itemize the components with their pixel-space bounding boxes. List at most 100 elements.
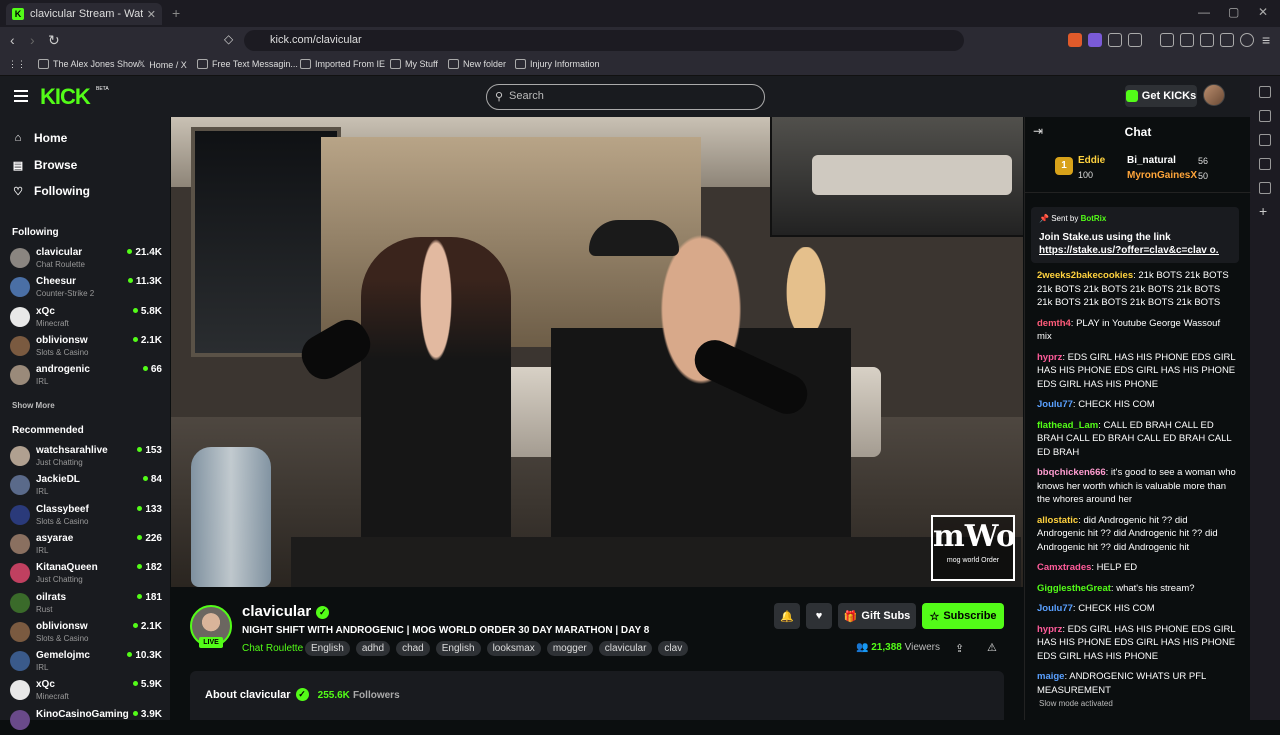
gift-subs-button[interactable]: 🎁 Gift Subs	[838, 603, 916, 629]
sidebar-channel[interactable]: oblivionsw Slots & Casino 2.1K	[10, 333, 162, 361]
browser-tab-bar: K clavicular Stream - Watch Live ✕ + — ▢…	[0, 0, 1280, 27]
sidebar-channel[interactable]: Classybeef Slots & Casino 133	[10, 502, 162, 530]
screenshot-icon[interactable]	[1128, 33, 1142, 47]
pinned-message[interactable]: 📌 Sent by BotRix Join Stake.us using the…	[1031, 207, 1239, 263]
notification-bell-button[interactable]: 🔔	[774, 603, 800, 629]
stream-tag[interactable]: English	[305, 641, 350, 656]
nav-following[interactable]: ♡ Following	[12, 184, 90, 198]
bookmark-item[interactable]: Free Text Messagin...	[197, 59, 298, 69]
sidebar-wallet-icon[interactable]	[1259, 134, 1271, 146]
wallet-icon[interactable]	[1200, 33, 1214, 47]
channel-viewers: 133	[137, 504, 162, 515]
chat-username[interactable]: 2weeks2bakecookies	[1037, 270, 1133, 281]
leader-name[interactable]: Bi_natural	[1127, 155, 1176, 166]
sidebar-reading-icon[interactable]	[1259, 110, 1271, 122]
leader-name[interactable]: Eddie	[1078, 155, 1105, 166]
leo-icon[interactable]	[1220, 33, 1234, 47]
bookmark-item[interactable]: 𝕏 Home / X	[138, 59, 187, 70]
chat-username[interactable]: bbqchicken666	[1037, 467, 1106, 478]
bookmark-item[interactable]: My Stuff	[390, 59, 438, 69]
chat-username[interactable]: flathead_Lam	[1037, 420, 1098, 431]
maximize-icon[interactable]: ▢	[1228, 5, 1239, 19]
chat-username[interactable]: demth4	[1037, 318, 1071, 329]
chat-username[interactable]: Joulu77	[1037, 603, 1073, 614]
bookmark-icon[interactable]: ◇	[224, 32, 233, 46]
stream-tag[interactable]: clavicular	[598, 641, 653, 656]
show-more-link[interactable]: Show More	[12, 401, 55, 410]
video-player[interactable]: mWo mog world Order	[171, 117, 1023, 587]
sidebar-channel[interactable]: oblivionsw Slots & Casino 2.1K	[10, 619, 162, 647]
bell-icon: 🔔	[780, 610, 794, 623]
get-kicks-button[interactable]: Get KICKs	[1125, 85, 1197, 107]
sidebar-toggle-icon[interactable]	[1180, 33, 1194, 47]
forward-icon[interactable]: ›	[30, 32, 35, 48]
bookmark-item[interactable]: Injury Information	[515, 59, 600, 69]
reload-icon[interactable]: ↻	[48, 32, 60, 49]
sidebar-channel[interactable]: Gemelojmc IRL 10.3K	[10, 648, 162, 676]
extension-icon[interactable]	[1088, 33, 1102, 47]
vpn-icon[interactable]	[1240, 33, 1254, 47]
sidebar-channel[interactable]: watchsarahlive Just Chatting 153	[10, 443, 162, 471]
sidebar-channel[interactable]: Cheesur Counter-Strike 2 11.3K	[10, 274, 162, 302]
sidebar-channel[interactable]: clavicular Chat Roulette 21.4K	[10, 245, 162, 273]
channel-avatar	[10, 533, 30, 554]
sidebar-leo-icon[interactable]	[1259, 86, 1271, 98]
minimize-icon[interactable]: —	[1198, 5, 1210, 19]
kick-logo[interactable]: KICK	[40, 84, 91, 110]
stream-tag[interactable]: chad	[396, 641, 430, 656]
media-icon[interactable]	[1160, 33, 1174, 47]
chat-username[interactable]: allostatic	[1037, 515, 1078, 526]
video-inset-camera	[770, 117, 1023, 237]
sidebar-channel[interactable]: xQc Minecraft 5.9K	[10, 677, 162, 705]
menu-icon[interactable]: ≡	[1262, 32, 1270, 48]
sidebar-history-icon[interactable]	[1259, 182, 1271, 194]
close-window-icon[interactable]: ✕	[1258, 5, 1268, 19]
sidebar-channel[interactable]: KitanaQueen Just Chatting 182	[10, 560, 162, 588]
report-icon[interactable]: ⚠	[987, 641, 997, 654]
apps-icon[interactable]: ⋮⋮	[8, 59, 26, 70]
back-icon[interactable]: ‹	[10, 32, 15, 48]
chat-username[interactable]: maige	[1037, 671, 1064, 682]
follow-button[interactable]: ♥	[806, 603, 832, 629]
chat-username[interactable]: hyprz	[1037, 352, 1062, 363]
nav-home[interactable]: ⌂ Home	[12, 131, 68, 145]
subscribe-button[interactable]: ☆ Subscribe	[922, 603, 1004, 629]
pinned-link[interactable]: https://stake.us/?offer=clav&c=clav o...	[1039, 244, 1219, 257]
sidebar-channel[interactable]: JackieDL IRL 84	[10, 472, 162, 500]
sidebar-channel[interactable]: androgenic IRL 66	[10, 362, 162, 390]
streamer-name[interactable]: clavicular	[242, 603, 311, 620]
user-avatar[interactable]	[1203, 84, 1225, 106]
sidebar-channel[interactable]: xQc Minecraft 5.8K	[10, 304, 162, 332]
browser-tab[interactable]: K clavicular Stream - Watch Live ✕	[6, 3, 162, 25]
bookmark-item[interactable]: Imported From IE	[300, 59, 385, 69]
stream-tag[interactable]: clav	[658, 641, 689, 656]
new-tab-icon[interactable]: +	[172, 5, 180, 21]
bookmark-item[interactable]: The Alex Jones Show	[38, 59, 140, 69]
chat-username[interactable]: hyprz	[1037, 624, 1062, 635]
sidebar-channel[interactable]: oilrats Rust 181	[10, 590, 162, 618]
streamer-name-row: clavicular ✓	[242, 603, 330, 620]
nav-browse[interactable]: ▤ Browse	[12, 158, 78, 172]
share-icon[interactable]: ⇪	[955, 642, 964, 655]
close-tab-icon[interactable]: ✕	[147, 8, 156, 21]
extension-icon[interactable]	[1068, 33, 1082, 47]
stream-tag[interactable]: looksmax	[486, 641, 541, 656]
chat-username[interactable]: Camxtrades	[1037, 562, 1091, 573]
sidebar-channel[interactable]: asyarae IRL 226	[10, 531, 162, 559]
hamburger-menu-icon[interactable]	[14, 90, 28, 102]
sidebar-add-icon[interactable]: +	[1259, 204, 1271, 218]
bookmark-item[interactable]: New folder	[448, 59, 506, 69]
stream-tag[interactable]: English	[435, 641, 481, 656]
sidebar-channel[interactable]: KinoCasinoGaming 3.9K	[10, 707, 162, 735]
chat-username[interactable]: GigglestheGreat	[1037, 583, 1111, 594]
search-input[interactable]: ⚲ Search	[486, 84, 765, 110]
address-bar[interactable]: kick.com/clavicular	[244, 30, 964, 51]
stream-tag[interactable]: mogger	[546, 641, 593, 656]
chat-username[interactable]: Joulu77	[1037, 399, 1073, 410]
stream-category[interactable]: Chat Roulette	[242, 643, 303, 654]
sidebar-bookmarks-icon[interactable]	[1259, 158, 1271, 170]
extensions-icon[interactable]	[1108, 33, 1122, 47]
leader-name[interactable]: MyronGainesX	[1127, 170, 1197, 181]
stream-tag[interactable]: adhd	[355, 641, 391, 656]
channel-category: Slots & Casino	[36, 633, 89, 643]
